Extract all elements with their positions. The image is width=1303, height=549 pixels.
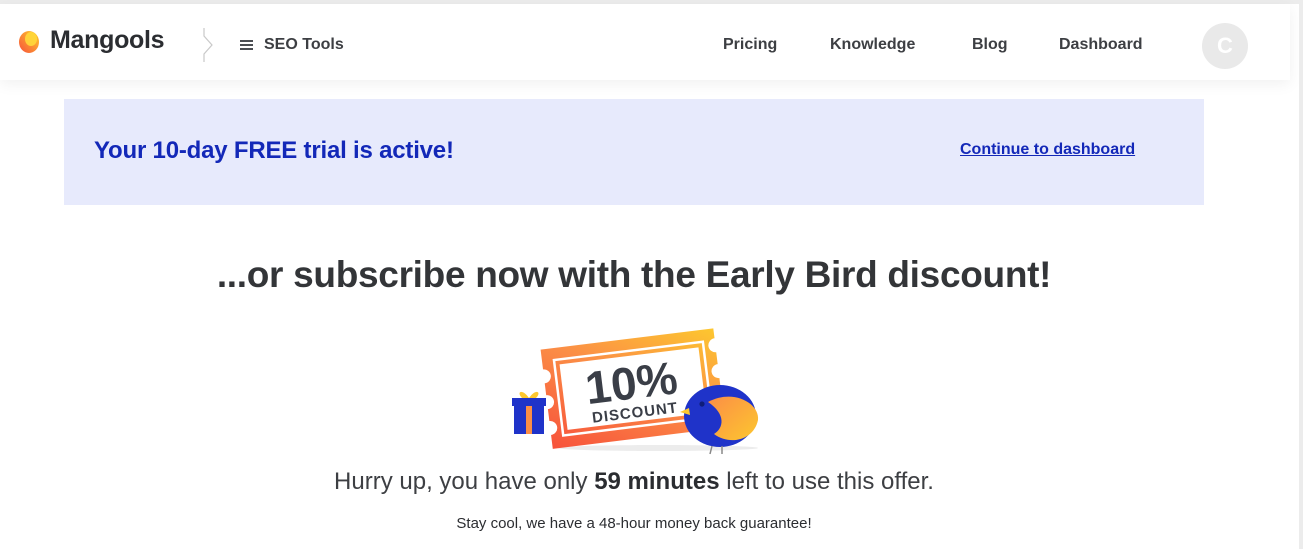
nav-dashboard[interactable]: Dashboard [1059, 36, 1143, 54]
hurry-suffix: left to use this offer. [726, 468, 934, 495]
seo-tools-menu-button[interactable]: SEO Tools [240, 36, 344, 54]
mangools-logo-icon [19, 30, 39, 53]
continue-to-dashboard-link[interactable]: Continue to dashboard [960, 141, 1135, 159]
user-avatar[interactable]: C [1202, 23, 1248, 69]
brand-name: Mangools [50, 26, 165, 54]
seo-tools-label: SEO Tools [264, 36, 344, 53]
offer-headline: ...or subscribe now with the Early Bird … [216, 254, 1052, 295]
early-bird-discount-illustration: 10% DISCOUNT [512, 328, 759, 455]
nav-knowledge[interactable]: Knowledge [830, 36, 915, 54]
right-border [1299, 0, 1303, 549]
trial-banner: Your 10-day FREE trial is active! Contin… [64, 99, 1204, 205]
offer-countdown-text: Hurry up, you have only 59 minutes left … [0, 468, 1268, 496]
gift-icon [512, 391, 546, 434]
avatar-initial: C [1217, 33, 1233, 58]
trial-status-text: Your 10-day FREE trial is active! [94, 137, 454, 164]
nav-blog[interactable]: Blog [972, 36, 1008, 54]
nav-pricing[interactable]: Pricing [723, 36, 777, 54]
hurry-prefix: Hurry up, you have only [334, 468, 588, 495]
site-header: Mangools SEO Tools Pricing Knowledge Blo… [0, 4, 1290, 80]
time-remaining: 59 minutes [594, 468, 720, 495]
menu-icon [240, 40, 253, 50]
breadcrumb-chevron-icon [203, 28, 213, 62]
money-back-guarantee: Stay cool, we have a 48-hour money back … [456, 515, 812, 532]
logo[interactable]: Mangools [18, 26, 165, 55]
